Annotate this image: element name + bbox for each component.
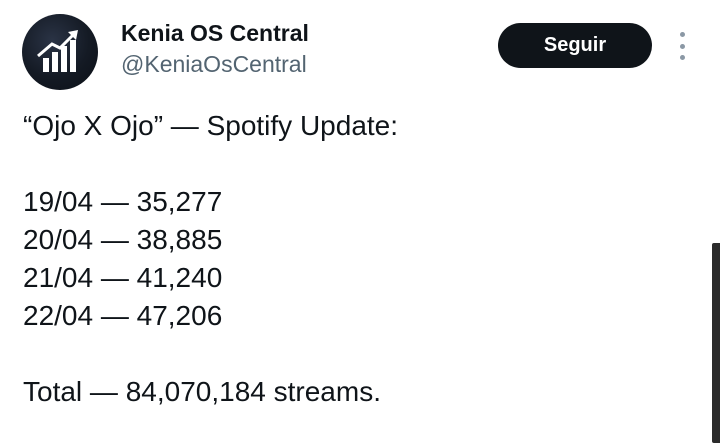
author-name[interactable]: Kenia OS Central <box>121 20 309 47</box>
rising-chart-icon <box>37 30 78 72</box>
scrollbar[interactable] <box>712 243 720 443</box>
more-dot <box>679 55 685 60</box>
daily-stream-line: 21/04 — 41,240 <box>23 262 223 293</box>
more-vertical-icon[interactable] <box>672 30 692 62</box>
tweet-text: “Ojo X Ojo” — Spotify Update: 19/04 — 35… <box>23 107 398 411</box>
tweet-headline: “Ojo X Ojo” — Spotify Update: <box>23 110 399 141</box>
daily-stream-line: 20/04 — 38,885 <box>23 224 223 255</box>
avatar[interactable] <box>22 14 98 90</box>
daily-stream-line: 22/04 — 47,206 <box>23 300 223 331</box>
author-handle[interactable]: @KeniaOsCentral <box>121 51 307 78</box>
total-streams-line: Total — 84,070,184 streams. <box>23 376 381 407</box>
follow-button[interactable]: Seguir <box>498 23 652 68</box>
more-dot <box>679 43 685 49</box>
more-dot <box>679 32 685 37</box>
daily-stream-line: 19/04 — 35,277 <box>23 186 223 217</box>
